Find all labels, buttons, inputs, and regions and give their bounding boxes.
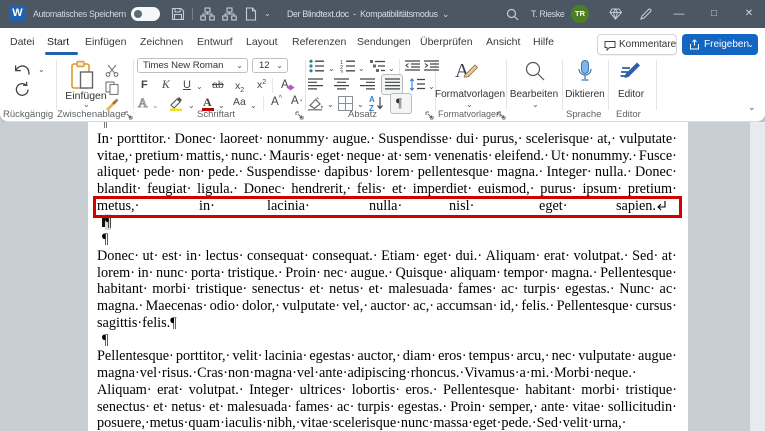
svg-text:A: A [369,95,375,104]
svg-text:3: 3 [340,70,343,73]
